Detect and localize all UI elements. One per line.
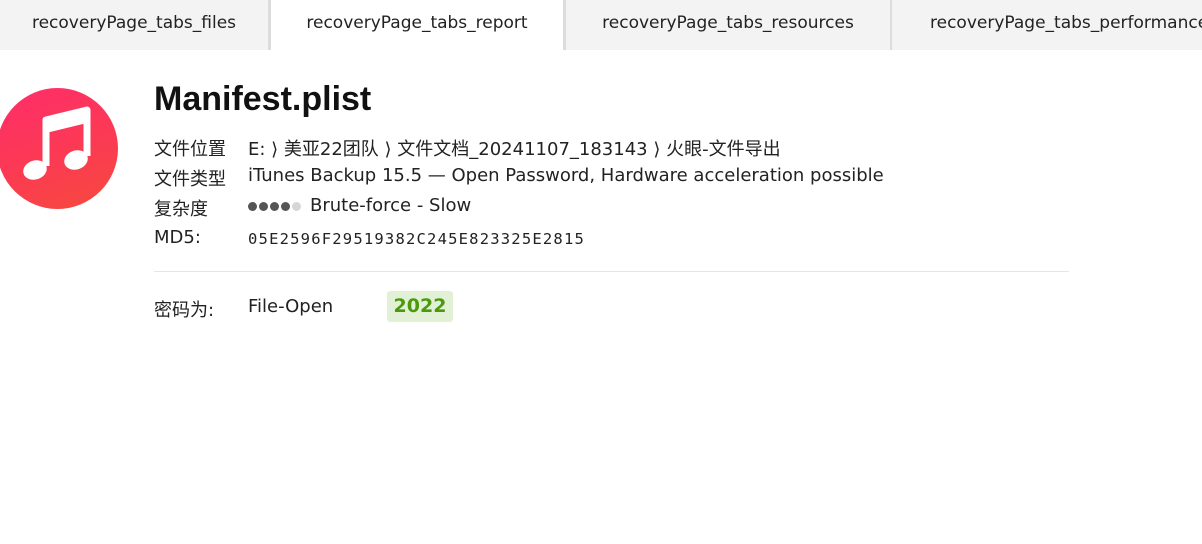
- tab-report[interactable]: recoveryPage_tabs_report: [271, 0, 563, 50]
- tab-performance[interactable]: recoveryPage_tabs_performance: [892, 0, 1202, 50]
- complexity-label: 复杂度: [154, 199, 208, 220]
- file-name: Manifest.plist: [154, 80, 372, 118]
- complexity-dot: [259, 202, 268, 211]
- complexity-text: Brute-force - Slow: [310, 195, 472, 216]
- music-note-icon: [0, 88, 118, 209]
- section-divider: [154, 271, 1069, 272]
- complexity-dot: [270, 202, 279, 211]
- password-label: 密码为:: [154, 300, 215, 321]
- complexity-dot: [248, 202, 257, 211]
- md5-value: 05E2596F29519382C245E823325E2815: [248, 230, 586, 248]
- complexity-rating: [248, 196, 303, 217]
- location-label: 文件位置: [154, 139, 226, 160]
- complexity-value-row: Brute-force - Slow: [248, 195, 471, 217]
- complexity-dot: [281, 202, 290, 211]
- type-value: iTunes Backup 15.5 — Open Password, Hard…: [248, 165, 884, 186]
- password-value-badge: 2022: [387, 291, 453, 322]
- password-type: File-Open: [248, 296, 334, 317]
- md5-label: MD5:: [154, 227, 201, 248]
- tab-resources[interactable]: recoveryPage_tabs_resources: [566, 0, 890, 50]
- type-label: 文件类型: [154, 169, 226, 190]
- tab-files[interactable]: recoveryPage_tabs_files: [0, 0, 268, 50]
- location-path: E: ⟩ 美亚22团队 ⟩ 文件文档_20241107_183143 ⟩ 火眼-…: [248, 139, 781, 160]
- complexity-dot: [292, 202, 301, 211]
- tab-bar: recoveryPage_tabs_files recoveryPage_tab…: [0, 0, 1202, 50]
